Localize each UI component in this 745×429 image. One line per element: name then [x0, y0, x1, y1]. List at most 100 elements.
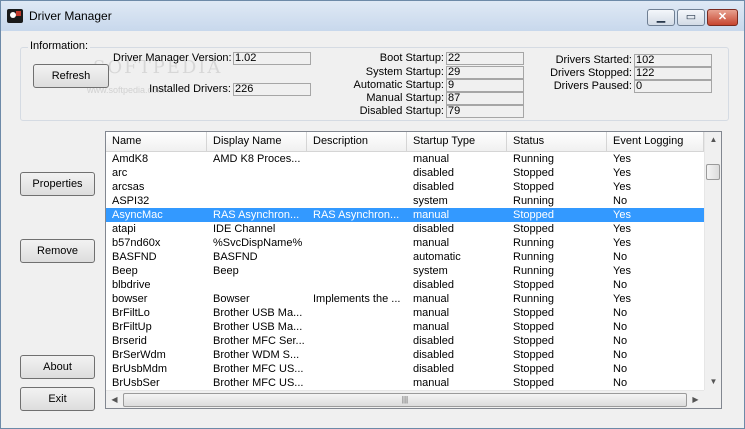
table-row[interactable]: BrUsbSer Brother MFC US... manual Stopped No [106, 376, 704, 390]
cell-status: Running [513, 293, 554, 305]
cell-startup-type: manual [413, 237, 450, 249]
cell-event-logging: No [613, 321, 628, 333]
list-header: Name Display Name Description Startup Ty… [106, 132, 704, 152]
table-row[interactable]: BrUsbMdm Brother MFC US... disabled Stopped… [106, 362, 704, 376]
remove-button[interactable]: Remove [20, 239, 95, 263]
cell-startup-type: disabled [413, 335, 454, 347]
cell-name: BrUsbMdm [112, 363, 168, 375]
minimize-button[interactable]: ▁ [647, 9, 675, 26]
manual-startup-value: 87 [446, 92, 524, 105]
column-header-display-name[interactable]: Display Name [207, 132, 307, 151]
cell-startup-type: disabled [413, 349, 454, 361]
cell-status: Stopped [513, 377, 554, 389]
table-row[interactable]: arc disabled Stopped Yes [106, 166, 704, 180]
table-row[interactable]: ASPI32 system Running No [106, 194, 704, 208]
column-header-description[interactable]: Description [307, 132, 407, 151]
cell-startup-type: disabled [413, 279, 454, 291]
version-value: 1.02 [233, 52, 311, 65]
scroll-left-icon[interactable]: ◀ [106, 391, 123, 408]
cell-description [309, 194, 407, 208]
cell-event-logging: Yes [613, 181, 631, 193]
table-row[interactable]: atapi IDE Channel disabled Stopped Yes [106, 222, 704, 236]
automatic-startup-label: Automatic Startup: [353, 79, 445, 91]
cell-display-name [209, 278, 307, 292]
vertical-scrollbar[interactable]: ▲ ▼ [704, 132, 721, 390]
cell-name: BASFND [112, 251, 157, 263]
table-row[interactable]: AmdK8 AMD K8 Proces... manual Running Yes [106, 152, 704, 166]
cell-status: Stopped [513, 363, 554, 375]
cell-startup-type: manual [413, 307, 450, 319]
scroll-right-icon[interactable]: ▶ [687, 391, 704, 408]
drivers-list[interactable]: Name Display Name Description Startup Ty… [105, 131, 722, 409]
table-row[interactable]: BrFiltUp Brother USB Ma... manual Stopped No [106, 320, 704, 334]
boot-startup-value: 22 [446, 52, 524, 65]
cell-event-logging: No [613, 335, 628, 347]
cell-description [309, 264, 407, 278]
cell-status: Stopped [513, 321, 554, 333]
vertical-scroll-thumb[interactable] [706, 164, 720, 180]
cell-name: bowser [112, 293, 148, 305]
cell-description: RAS Asynchron... [313, 209, 400, 221]
cell-description [309, 166, 407, 180]
cell-event-logging: Yes [613, 153, 631, 165]
horizontal-scroll-thumb[interactable]: ||| [123, 393, 687, 407]
cell-description [309, 348, 407, 362]
column-header-startup-type[interactable]: Startup Type [407, 132, 507, 151]
table-row[interactable]: AsyncMac RAS Asynchron... RAS Asynchron...… [106, 208, 704, 222]
table-row[interactable]: Brserid Brother MFC Ser... disabled Stopped… [106, 334, 704, 348]
cell-event-logging: Yes [613, 293, 631, 305]
table-row[interactable]: b57nd60x %SvcDispName% manual Running Yes [106, 236, 704, 250]
table-row[interactable]: BrSerWdm Brother WDM S... disabled Stopped N… [106, 348, 704, 362]
table-row[interactable]: Beep Beep system Running Yes [106, 264, 704, 278]
scroll-up-icon[interactable]: ▲ [705, 132, 721, 148]
cell-startup-type: manual [413, 377, 450, 389]
cell-display-name: IDE Channel [213, 223, 276, 235]
drivers-paused-value: 0 [634, 80, 712, 93]
automatic-startup-value: 9 [446, 79, 524, 92]
title-bar[interactable]: Driver Manager ▁ ▭ ✕ [1, 1, 744, 31]
about-button[interactable]: About [20, 355, 95, 379]
table-row[interactable]: blbdrive disabled Stopped No [106, 278, 704, 292]
app-icon [7, 9, 23, 23]
cell-description [309, 180, 407, 194]
table-row[interactable]: bowser Bowser Implements the ... manual Runn… [106, 292, 704, 306]
cell-name: arcsas [112, 181, 145, 193]
column-header-event-logging[interactable]: Event Logging [607, 132, 704, 151]
cell-startup-type: disabled [413, 363, 454, 375]
cell-name: b57nd60x [112, 237, 161, 249]
cell-status: Running [513, 265, 554, 277]
cell-name: arc [112, 167, 128, 179]
close-button[interactable]: ✕ [707, 9, 738, 26]
cell-status: Stopped [513, 349, 554, 361]
close-icon: ✕ [717, 11, 728, 23]
cell-status: Stopped [513, 307, 554, 319]
cell-display-name: %SvcDispName% [213, 237, 303, 249]
cell-display-name: Brother MFC US... [213, 363, 304, 375]
cell-status: Stopped [513, 335, 554, 347]
maximize-button[interactable]: ▭ [677, 9, 705, 26]
cell-status: Running [513, 237, 554, 249]
refresh-button[interactable]: Refresh [33, 64, 109, 88]
cell-event-logging: Yes [613, 223, 631, 235]
disabled-startup-label: Disabled Startup: [359, 105, 444, 117]
horizontal-scrollbar[interactable]: ◀ ||| ▶ [106, 390, 704, 408]
exit-button[interactable]: Exit [20, 387, 95, 411]
drivers-started-value: 102 [634, 54, 712, 67]
table-row[interactable]: BrFiltLo Brother USB Ma... manual Stopped No [106, 306, 704, 320]
cell-event-logging: No [613, 251, 628, 263]
cell-startup-type: manual [413, 153, 450, 165]
cell-display-name: RAS Asynchron... [213, 209, 300, 221]
column-header-name[interactable]: Name [106, 132, 207, 151]
scroll-down-icon[interactable]: ▼ [705, 374, 721, 390]
table-row[interactable]: BASFND BASFND automatic Running No [106, 250, 704, 264]
column-header-status[interactable]: Status [507, 132, 607, 151]
table-row[interactable]: arcsas disabled Stopped Yes [106, 180, 704, 194]
drivers-stopped-label: Drivers Stopped: [550, 67, 632, 79]
cell-status: Stopped [513, 279, 554, 291]
properties-button[interactable]: Properties [20, 172, 95, 196]
installed-drivers-value: 226 [233, 83, 311, 96]
cell-startup-type: disabled [413, 223, 454, 235]
information-group-label: Information: [28, 40, 91, 52]
scrollbar-corner [704, 390, 721, 408]
drivers-paused-label: Drivers Paused: [553, 80, 632, 92]
